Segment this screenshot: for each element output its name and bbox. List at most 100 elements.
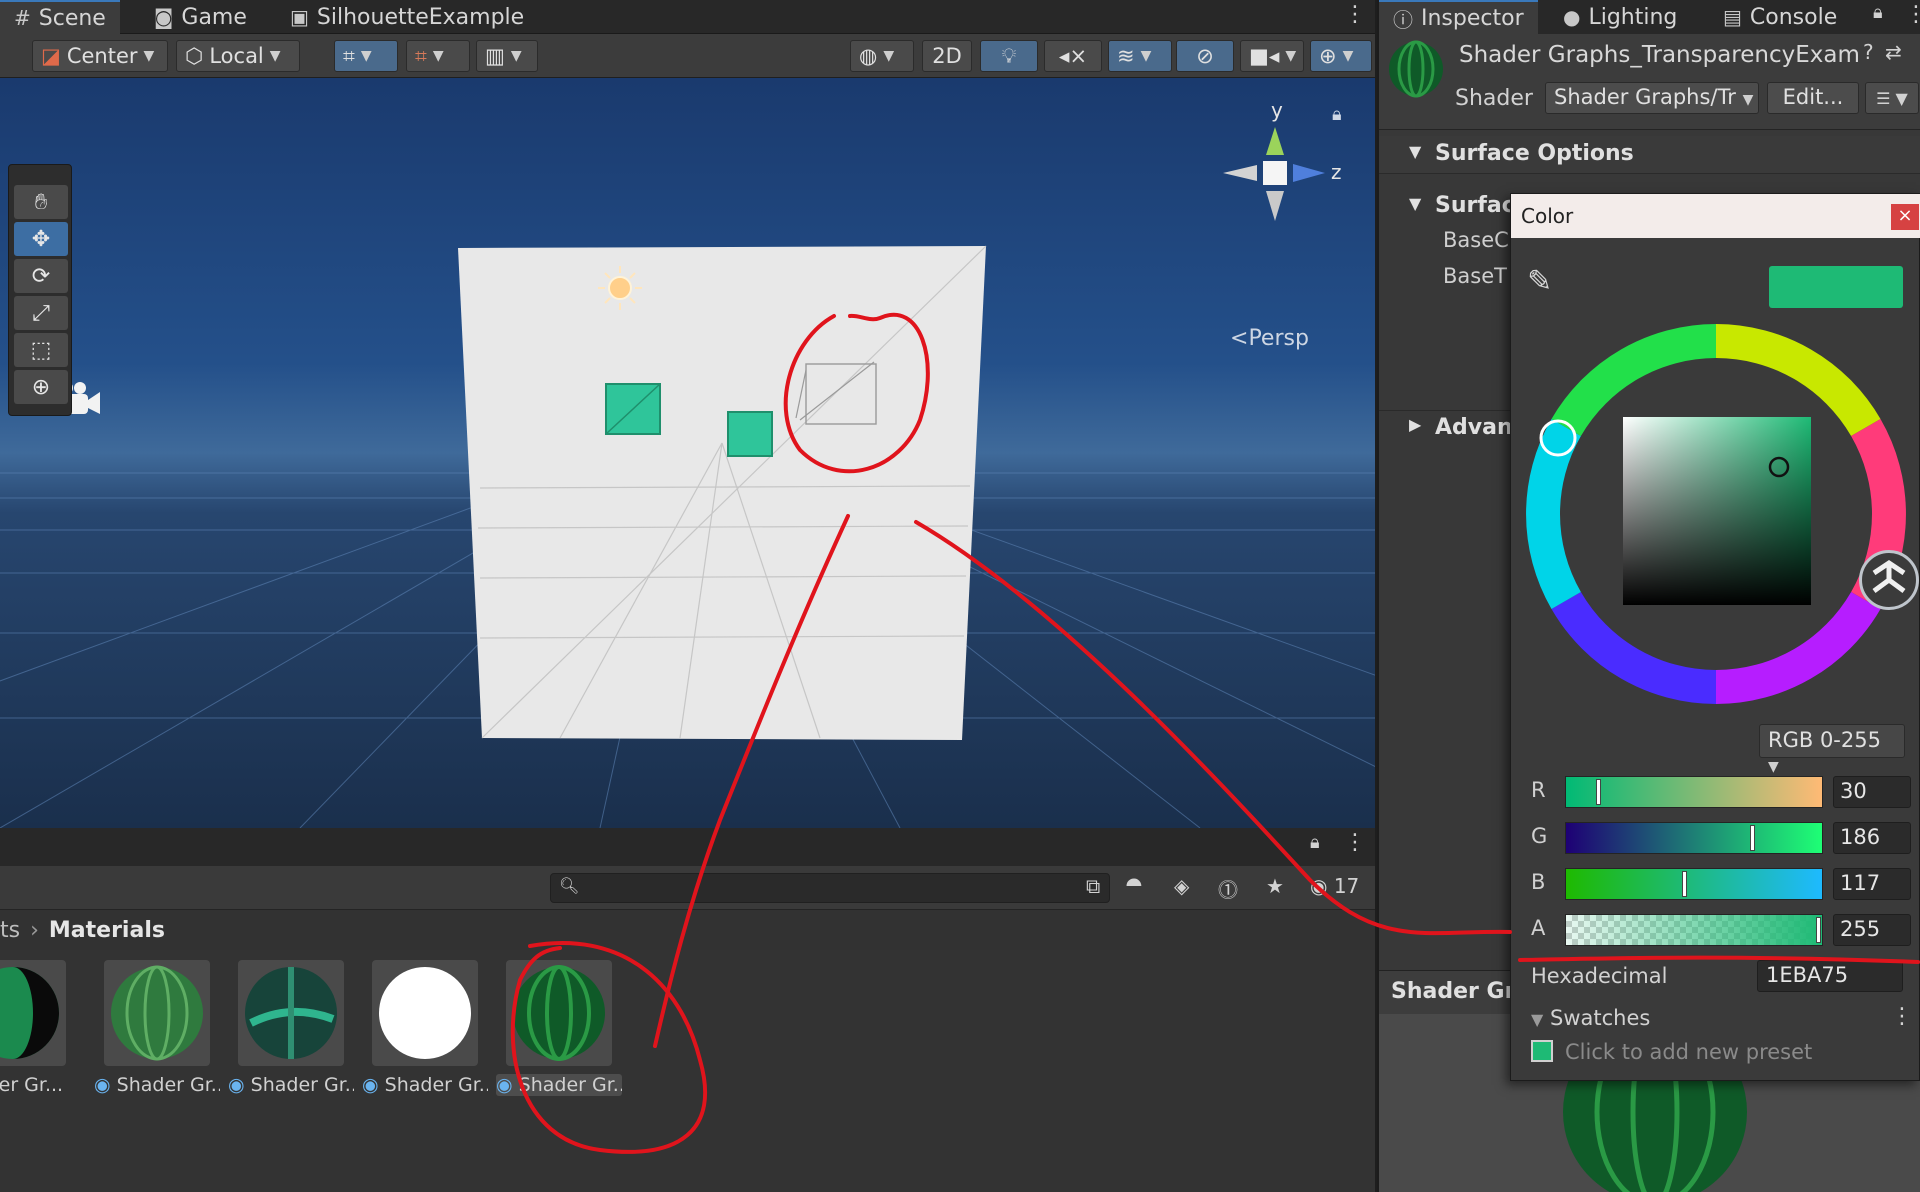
- bulb-icon: 💡︎: [1001, 43, 1017, 68]
- material-icon: ◉: [496, 1074, 513, 1096]
- color-mode-dropdown[interactable]: RGB 0-255 ▼: [1759, 724, 1905, 775]
- lock-icon[interactable]: 🔒︎: [1310, 832, 1320, 853]
- hex-input[interactable]: 1EBA75: [1757, 960, 1903, 992]
- material-asset-3[interactable]: ◉ Shader Gr...: [228, 960, 354, 1096]
- preset-swatch[interactable]: [1531, 1040, 1553, 1062]
- surface-options-foldout[interactable]: ▼ Surface Options: [1379, 136, 1920, 174]
- visibility-count[interactable]: ◉ 17: [1310, 874, 1359, 898]
- shader-options-button[interactable]: ☰ ▼: [1865, 82, 1919, 114]
- shader-dropdown[interactable]: Shader Graphs/Tr ▼: [1545, 82, 1759, 114]
- increment-snap-button[interactable]: ⌗ ▼: [406, 40, 470, 72]
- search-filter-icon[interactable]: ⧉: [1086, 874, 1100, 898]
- channel-value-input[interactable]: 186: [1833, 822, 1911, 854]
- camera-button[interactable]: ■◂ ▼: [1240, 40, 1304, 72]
- material-preview-icon: [1387, 40, 1445, 98]
- effects-toggle[interactable]: ≋ ▼: [1108, 40, 1172, 72]
- material-asset-2[interactable]: ◉ Shader Gr...: [94, 960, 220, 1096]
- triangle-down-icon: ▼: [1409, 194, 1422, 213]
- tab-lighting[interactable]: ● Lighting: [1549, 0, 1691, 34]
- tab-game[interactable]: ◙ Game: [140, 0, 261, 34]
- hand-tool-icon[interactable]: ✋︎: [14, 185, 68, 219]
- grid-snap-button[interactable]: ⌗ ▼: [334, 40, 398, 72]
- move-tool-icon[interactable]: ✥: [14, 222, 68, 256]
- project-toolbar: 🔍︎ ⧉ ⯊ ◈ ⓵ ★ ◉ 17: [0, 866, 1375, 910]
- base-texture-row[interactable]: BaseT: [1443, 264, 1507, 288]
- slider-thumb[interactable]: [1681, 871, 1687, 897]
- rect-tool-icon[interactable]: ⬚: [14, 333, 68, 367]
- lock-icon[interactable]: 🔒︎: [1332, 104, 1342, 125]
- base-color-row[interactable]: BaseC: [1443, 228, 1509, 252]
- visibility-toggle[interactable]: ⊘: [1176, 40, 1234, 72]
- rotate-tool-icon[interactable]: ⟳: [14, 259, 68, 293]
- material-asset-1[interactable]: hader Gr...: [0, 960, 76, 1096]
- lock-icon[interactable]: 🔒︎: [1873, 2, 1883, 23]
- gizmos-button[interactable]: ⊕ ▼: [1310, 40, 1372, 72]
- asset-label-row: ◉ Shader Gr...: [228, 1074, 354, 1096]
- presets-icon[interactable]: ⇄: [1885, 40, 1902, 64]
- triangle-down-icon: ▼: [1531, 1010, 1544, 1029]
- toggle-2d-button[interactable]: 2D: [922, 40, 972, 72]
- space-dropdown[interactable]: ⬡ Local ▼: [176, 40, 300, 72]
- pivot-label: Center: [66, 44, 138, 68]
- star-icon[interactable]: ★: [1266, 874, 1284, 898]
- unity-logo-icon: [1859, 550, 1919, 610]
- pivot-dropdown[interactable]: ◪ Center ▼: [32, 40, 168, 72]
- channel-letter: A: [1531, 916, 1546, 940]
- project-header: 🔒︎ ⋮: [0, 828, 1375, 866]
- perspective-label[interactable]: <Persp: [1230, 326, 1309, 351]
- scene-viewport[interactable]: y z 🔒︎ ✋︎ ✥ ⟳ ⤢ ⬚ ⊕ <Persp: [0, 78, 1375, 828]
- breadcrumb-folder[interactable]: Materials: [49, 918, 165, 943]
- kebab-menu-icon[interactable]: ⋮: [1891, 1004, 1913, 1029]
- triangle-down-icon: ▼: [1409, 142, 1422, 161]
- breadcrumb-prefix[interactable]: ts: [0, 918, 20, 943]
- tab-inspector[interactable]: ⓘ Inspector: [1379, 0, 1538, 34]
- filter-by-type-icon[interactable]: ⯊: [1126, 874, 1142, 898]
- tab-scene[interactable]: # Scene: [0, 0, 120, 34]
- material-asset-4[interactable]: ◉ Shader Gr...: [362, 960, 488, 1096]
- edit-shader-button[interactable]: Edit...: [1767, 82, 1859, 114]
- tab-silhouette-example[interactable]: ▣ SilhouetteExample: [276, 0, 538, 34]
- add-preset-hint[interactable]: Click to add new preset: [1565, 1040, 1812, 1064]
- audio-toggle[interactable]: ◂×: [1044, 40, 1102, 72]
- eyedropper-icon[interactable]: ✎: [1527, 264, 1552, 299]
- lighting-toggle[interactable]: 💡︎: [980, 40, 1038, 72]
- scale-tool-icon[interactable]: ⤢: [14, 296, 68, 330]
- help-icon[interactable]: ?: [1863, 40, 1874, 64]
- material-asset-5-selected[interactable]: ◉ Shader Gr...: [496, 960, 622, 1096]
- channel-value-input[interactable]: 30: [1833, 776, 1911, 808]
- color-picker-titlebar[interactable]: Color ×: [1511, 194, 1920, 238]
- color-wheel[interactable]: [1511, 304, 1920, 724]
- info-icon: ⓘ: [1393, 7, 1413, 32]
- channel-value-input[interactable]: 255: [1833, 914, 1911, 946]
- kebab-menu-icon[interactable]: ⋮: [1344, 2, 1366, 27]
- channel-slider[interactable]: [1565, 776, 1823, 808]
- ruler-button[interactable]: ▥ ▼: [476, 40, 538, 72]
- channel-slider[interactable]: [1565, 868, 1823, 900]
- close-button[interactable]: ×: [1891, 204, 1919, 230]
- search-input[interactable]: 🔍︎: [550, 873, 1110, 903]
- material-thumbnail: [238, 960, 344, 1066]
- channel-slider[interactable]: [1565, 822, 1823, 854]
- orientation-gizmo[interactable]: y z: [1223, 98, 1342, 221]
- wall-plane[interactable]: [458, 246, 986, 740]
- tab-console[interactable]: ▤ Console: [1709, 0, 1851, 34]
- tab-label: Game: [181, 4, 247, 30]
- asset-label-row: ◉ Shader Gr...: [496, 1074, 622, 1096]
- label-icon[interactable]: ◈: [1174, 874, 1189, 898]
- slider-thumb[interactable]: [1595, 779, 1601, 805]
- channel-value-input[interactable]: 117: [1833, 868, 1911, 900]
- material-icon: ◉: [362, 1074, 379, 1096]
- kebab-menu-icon[interactable]: ⋮: [1905, 2, 1920, 27]
- chevron-down-icon: ▼: [1342, 48, 1354, 64]
- warning-icon[interactable]: ⓵: [1218, 874, 1238, 903]
- slider-thumb[interactable]: [1816, 917, 1821, 943]
- draw-mode-button[interactable]: ◍ ▼: [850, 40, 914, 72]
- gizmo-icon: ⊕: [1319, 44, 1337, 68]
- transform-tool-icon[interactable]: ⊕: [14, 370, 68, 404]
- green-cube-2[interactable]: [727, 411, 773, 457]
- kebab-menu-icon[interactable]: ⋮: [1344, 830, 1366, 855]
- channel-slider[interactable]: [1565, 914, 1823, 946]
- swatches-foldout[interactable]: ▼ Swatches: [1531, 1006, 1650, 1030]
- channel-row-b: B 117: [1525, 868, 1915, 900]
- slider-thumb[interactable]: [1749, 825, 1755, 851]
